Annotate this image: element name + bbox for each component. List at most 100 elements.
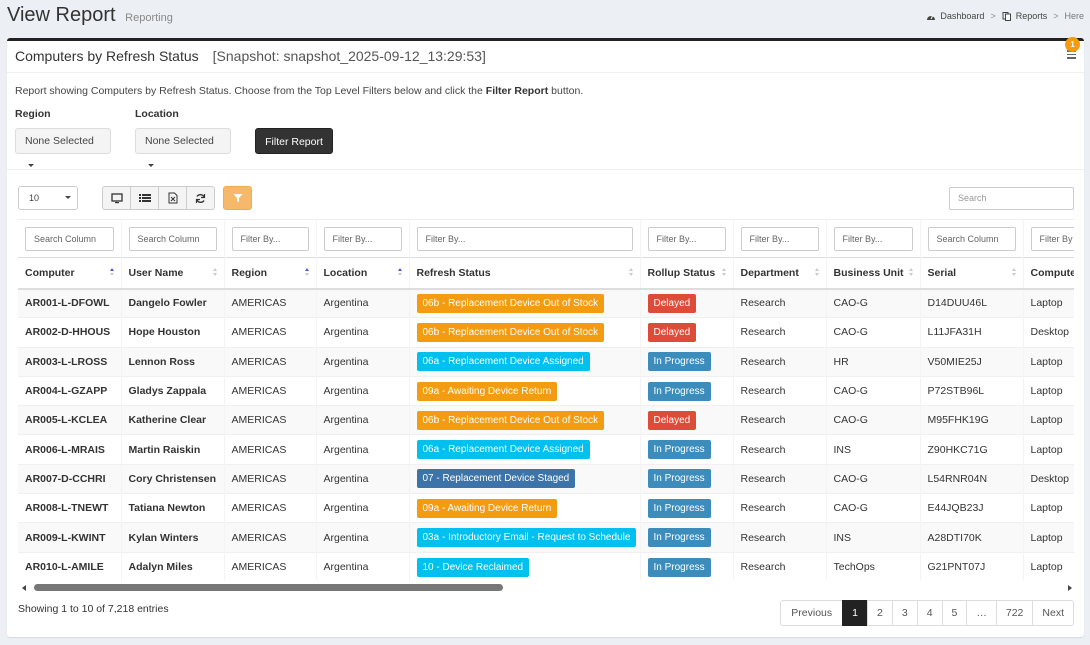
cell-serial: D14DUU46L [920, 287, 1024, 318]
cell-user-name: Adalyn Miles [121, 551, 225, 582]
list-view-button[interactable] [130, 186, 159, 210]
page-2[interactable]: 2 [867, 600, 893, 626]
refresh-status-badge: 03a - Introductory Email - Request to Sc… [416, 528, 637, 548]
location-dropdown[interactable]: None Selected [135, 128, 231, 167]
cell-region: AMERICAS [224, 522, 317, 553]
cell-computer-type: Laptop [1023, 346, 1074, 377]
scroll-right-icon[interactable] [1068, 585, 1072, 591]
report-description: Report showing Computers by Refresh Stat… [15, 85, 583, 97]
refresh-button[interactable] [186, 186, 215, 210]
cell-computer: AR001-L-DFOWL [18, 287, 122, 318]
page-1[interactable]: 1 [842, 600, 868, 626]
column-filter-unit[interactable]: Filter By... [833, 226, 913, 251]
table-row[interactable]: AR003-L-LROSS Lennon Ross AMERICAS Argentin… [18, 346, 1074, 377]
column-header-serial[interactable]: Serial [920, 257, 1024, 290]
column-filter-serial[interactable]: Search Column [927, 226, 1016, 251]
table-row[interactable]: AR004-L-GZAPP Gladys Zappala AMERICAS Argen… [18, 375, 1074, 406]
page-previous[interactable]: Previous [780, 600, 844, 626]
column-filter-region[interactable]: Filter By... [231, 226, 309, 251]
horizontal-scrollbar[interactable] [18, 582, 1074, 594]
location-dropdown-value: None Selected [145, 135, 214, 147]
export-excel-button[interactable] [158, 186, 187, 210]
cell-department: Research [733, 346, 827, 377]
cell-business-unit: CAO-G [826, 287, 921, 318]
cell-department: Research [733, 434, 827, 465]
caret-down-icon [28, 163, 34, 167]
table-row[interactable]: AR007-D-CCHRI Cory Christensen AMERICAS Arg… [18, 463, 1074, 494]
page-3[interactable]: 3 [891, 600, 918, 626]
cell-computer: AR002-D-HHOUS [18, 317, 122, 348]
page-title: View Report Reporting [7, 4, 173, 27]
refresh-status-badge: 10 - Device Reclaimed [416, 557, 530, 577]
scroll-left-icon[interactable] [22, 585, 26, 591]
column-header-label: User Name [128, 266, 184, 279]
cell-computer: AR010-L-AMILE [18, 551, 122, 582]
filter-report-button[interactable]: Filter Report [255, 128, 333, 154]
scrollbar-thumb[interactable] [34, 584, 503, 591]
page-722[interactable]: 722 [995, 600, 1034, 626]
column-filter-type[interactable]: Filter By [1030, 226, 1074, 251]
table-row[interactable]: AR001-L-DFOWL Dangelo Fowler AMERICAS Argen… [18, 287, 1074, 318]
sort-icon [212, 268, 218, 278]
cell-computer-type: Laptop [1023, 522, 1074, 553]
filter-icon [233, 194, 242, 202]
cell-rollup-status: In Progress [640, 463, 734, 494]
table-header-row: Computer User Name Region Location Refre… [18, 257, 1074, 290]
cell-user-name: Tatiana Newton [121, 493, 225, 523]
cell-refresh-status: 10 - Device Reclaimed [409, 551, 641, 582]
rollup-status-badge: In Progress [647, 381, 711, 401]
breadcrumb-reports[interactable]: Reports [1016, 11, 1048, 21]
caret-down-icon [148, 163, 154, 167]
breadcrumb-dashboard[interactable]: Dashboard [940, 11, 984, 21]
column-header-unit[interactable]: Business Unit [826, 257, 921, 290]
table-row[interactable]: AR006-L-MRAIS Martin Raiskin AMERICAS Argen… [18, 434, 1074, 465]
cell-computer: AR007-D-CCHRI [18, 463, 122, 494]
column-filter-user[interactable]: Search Column [128, 226, 217, 251]
column-filter-location[interactable]: Filter By... [323, 226, 402, 251]
column-filter-refresh[interactable]: Filter By... [416, 226, 633, 251]
cell-serial: Z90HKC71G [920, 434, 1024, 465]
column-header-computer[interactable]: Computer [18, 257, 122, 290]
cell-serial: M95FHK19G [920, 405, 1024, 435]
column-header-department[interactable]: Department [733, 257, 827, 290]
column-header-region[interactable]: Region [224, 257, 317, 290]
region-label: Region [15, 108, 51, 120]
region-dropdown-value: None Selected [25, 135, 94, 147]
search-input[interactable]: Search [949, 187, 1074, 210]
snapshot-label: [Snapshot: snapshot_2025-09-12_13:29:53] [212, 48, 486, 64]
refresh-status-badge: 06a - Replacement Device Assigned [416, 440, 590, 460]
page-size-select[interactable]: 10 [18, 186, 78, 210]
column-filter-computer[interactable]: Search Column [25, 226, 114, 251]
page-4[interactable]: 4 [916, 600, 943, 626]
monitor-button[interactable] [102, 186, 131, 210]
column-filter-department[interactable]: Filter By... [740, 226, 819, 251]
cell-business-unit: CAO-G [826, 463, 921, 494]
cell-location: Argentina [316, 375, 410, 406]
page-next[interactable]: Next [1032, 600, 1074, 626]
table-row[interactable]: AR002-D-HHOUS Hope Houston AMERICAS Argenti… [18, 317, 1074, 348]
filter-toggle-button[interactable] [223, 186, 252, 210]
column-header-refresh[interactable]: Refresh Status [409, 257, 641, 290]
cell-location: Argentina [316, 493, 410, 523]
excel-icon [168, 192, 177, 204]
column-filter-rollup[interactable]: Filter By... [647, 226, 726, 251]
table-row[interactable]: AR008-L-TNEWT Tatiana Newton AMERICAS Argen… [18, 493, 1074, 523]
refresh-status-badge: 06b - Replacement Device Out of Stock [416, 322, 605, 342]
cell-user-name: Dangelo Fowler [121, 287, 225, 318]
column-header-type[interactable]: Compute [1023, 257, 1074, 290]
cell-business-unit: TechOps [826, 551, 921, 582]
table-body: AR001-L-DFOWL Dangelo Fowler AMERICAS Argen… [18, 287, 1074, 582]
rollup-status-badge: Delayed [647, 322, 697, 342]
region-dropdown[interactable]: None Selected [15, 128, 111, 167]
cell-computer-type: Laptop [1023, 551, 1074, 582]
cell-business-unit: CAO-G [826, 493, 921, 523]
cell-computer-type: Laptop [1023, 287, 1074, 318]
page-5[interactable]: 5 [941, 600, 968, 626]
table-row[interactable]: AR010-L-AMILE Adalyn Miles AMERICAS Argenti… [18, 551, 1074, 582]
table-row[interactable]: AR009-L-KWINT Kylan Winters AMERICAS Argent… [18, 522, 1074, 553]
cell-region: AMERICAS [224, 346, 317, 377]
column-header-rollup[interactable]: Rollup Status [640, 257, 734, 290]
column-header-location[interactable]: Location [316, 257, 410, 290]
column-header-user[interactable]: User Name [121, 257, 225, 290]
table-row[interactable]: AR005-L-KCLEA Katherine Clear AMERICAS Arge… [18, 405, 1074, 435]
